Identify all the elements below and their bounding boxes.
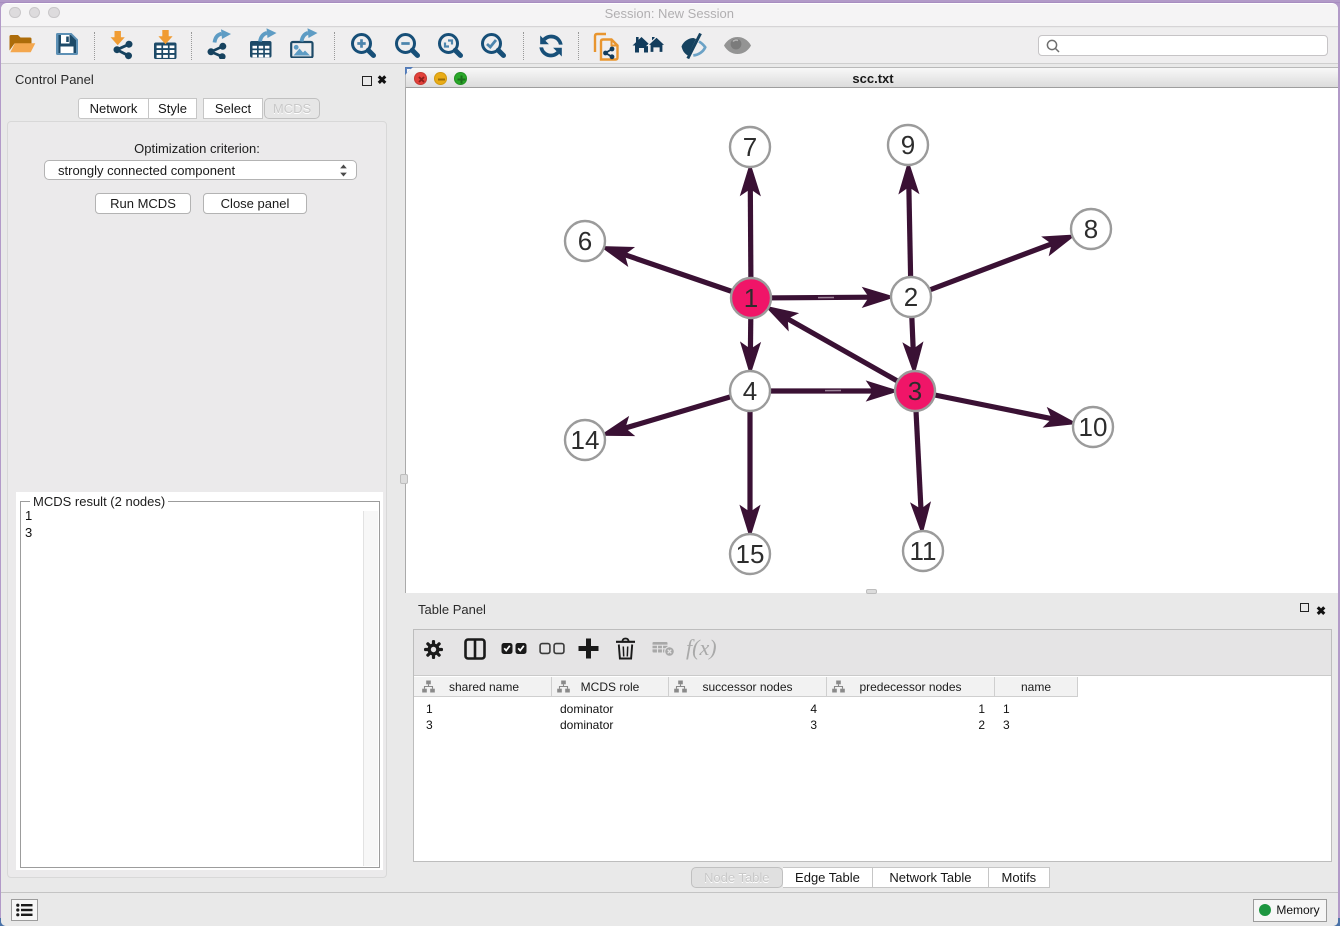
svg-text:14: 14 xyxy=(571,425,600,455)
svg-text:15: 15 xyxy=(736,539,765,569)
svg-text:11: 11 xyxy=(910,536,937,566)
svg-text:2: 2 xyxy=(904,282,918,312)
svg-text:1: 1 xyxy=(744,283,758,313)
svg-text:10: 10 xyxy=(1079,412,1108,442)
svg-text:9: 9 xyxy=(901,130,915,160)
svg-text:3: 3 xyxy=(908,376,922,406)
svg-text:4: 4 xyxy=(743,376,757,406)
svg-text:6: 6 xyxy=(578,226,592,256)
svg-text:8: 8 xyxy=(1084,214,1098,244)
svg-text:7: 7 xyxy=(743,132,757,162)
